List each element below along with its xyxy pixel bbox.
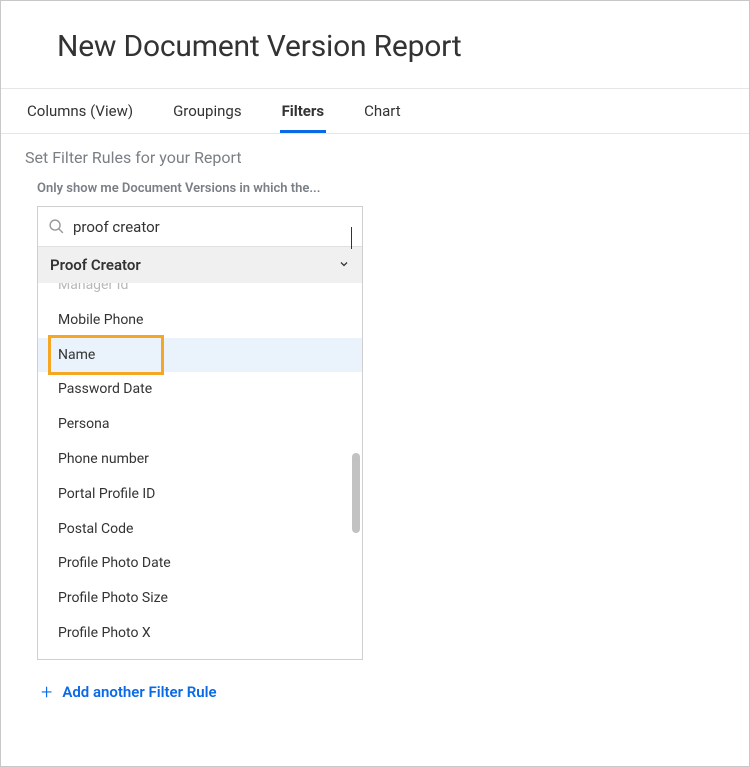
list-item[interactable]: Portal Profile ID [38,477,362,512]
tab-groupings[interactable]: Groupings [171,90,244,133]
list-item[interactable]: Profile Photo Date [38,546,362,581]
page-header: New Document Version Report [1,1,749,88]
tab-chart[interactable]: Chart [362,90,403,133]
list-item[interactable]: Persona [38,407,362,442]
category-label: Proof Creator [50,256,141,274]
list-item[interactable]: Profile Photo X [38,616,362,651]
list-item-name[interactable]: Name [38,338,362,373]
list-item[interactable]: Mobile Phone [38,303,362,338]
search-icon [48,218,65,235]
list-item[interactable]: Manager Id [38,283,362,303]
add-filter-rule-button[interactable]: + Add another Filter Rule [1,660,749,702]
text-caret [351,227,352,249]
filter-subhead: Only show me Document Versions in which … [1,171,749,206]
filter-field-dropdown: Proof Creator Manager Id Mobile Phone Na… [37,206,363,660]
scrollbar-thumb[interactable] [352,453,360,533]
search-row [38,207,362,247]
filter-section-title: Set Filter Rules for your Report [1,134,749,171]
tab-columns[interactable]: Columns (View) [25,90,135,133]
list-item[interactable]: Postal Code [38,512,362,547]
list-item[interactable]: Password Date [38,372,362,407]
category-header[interactable]: Proof Creator [38,247,362,283]
search-input[interactable] [73,218,352,236]
options-list: Manager Id Mobile Phone Name Password Da… [38,283,362,655]
tab-bar: Columns (View) Groupings Filters Chart [1,88,749,134]
chevron-down-icon [338,256,350,274]
options-list-area: Manager Id Mobile Phone Name Password Da… [38,283,362,659]
tab-filters[interactable]: Filters [280,90,327,133]
list-item[interactable]: Phone number [38,442,362,477]
page-title: New Document Version Report [57,29,693,64]
add-filter-rule-label: Add another Filter Rule [62,683,216,701]
list-item[interactable]: Profile Photo Size [38,581,362,616]
plus-icon: + [41,682,52,702]
